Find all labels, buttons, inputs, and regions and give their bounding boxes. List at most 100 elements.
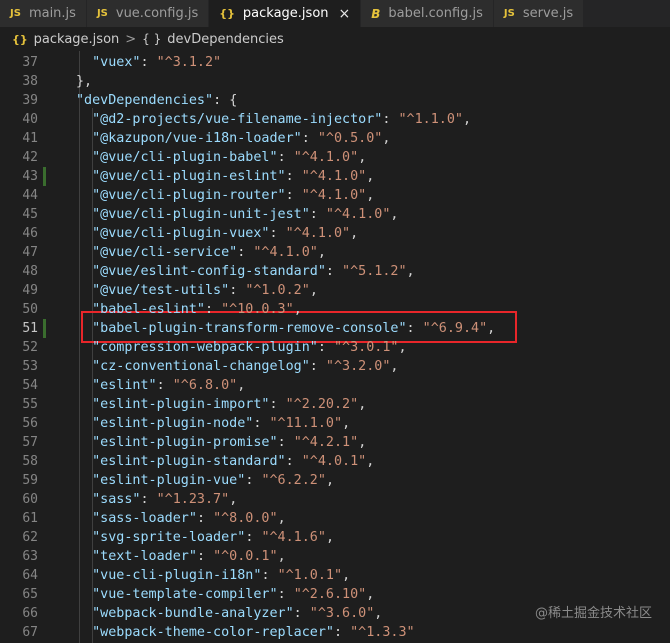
code-line[interactable]: 46 "@vue/cli-plugin-vuex": "^4.1.0", — [0, 224, 670, 243]
code-text: "devDependencies": { — [76, 91, 237, 110]
json-value: "^4.1.0" — [325, 207, 391, 222]
babel-file-icon: B — [371, 6, 381, 21]
code-line[interactable]: 55 "eslint-plugin-import": "^2.20.2", — [0, 395, 670, 414]
code-line[interactable]: 49 "@vue/test-utils": "^1.0.2", — [0, 281, 670, 300]
code-text: "webpack-bundle-analyzer": "^3.6.0", — [92, 604, 382, 623]
json-key: "vue-cli-plugin-i18n" — [92, 568, 262, 583]
json-punctuation: : — [140, 55, 157, 70]
json-punctuation: , — [277, 511, 286, 526]
code-line[interactable]: 42 "@vue/cli-plugin-babel": "^4.1.0", — [0, 148, 670, 167]
code-line[interactable]: 59 "eslint-plugin-vue": "^6.2.2", — [0, 471, 670, 490]
json-punctuation: : — [325, 264, 343, 279]
code-line[interactable]: 64 "vue-cli-plugin-i18n": "^1.0.1", — [0, 566, 670, 585]
code-text: "compression-webpack-plugin": "^3.0.1", — [92, 338, 406, 357]
code-line[interactable]: 38}, — [0, 72, 670, 91]
json-key: "eslint-plugin-promise" — [92, 435, 278, 450]
json-punctuation: , — [358, 435, 367, 450]
json-punctuation: : — [245, 473, 262, 488]
code-line[interactable]: 47 "@vue/cli-service": "^4.1.0", — [0, 243, 670, 262]
js-file-icon: JS — [503, 8, 515, 19]
code-text: "svg-sprite-loader": "^4.1.6", — [92, 528, 334, 547]
code-text: "@vue/cli-plugin-router": "^4.1.0", — [92, 186, 374, 205]
json-key: "@vue/cli-plugin-router" — [92, 188, 286, 203]
code-line[interactable]: 63 "text-loader": "^0.0.1", — [0, 547, 670, 566]
breadcrumb-symbol[interactable]: devDependencies — [167, 32, 283, 47]
code-line[interactable]: 44 "@vue/cli-plugin-router": "^4.1.0", — [0, 186, 670, 205]
code-line[interactable]: 41 "@kazupon/vue-i18n-loader": "^0.5.0", — [0, 129, 670, 148]
code-text: "babel-eslint": "^10.0.3", — [92, 300, 302, 319]
json-key: "svg-sprite-loader" — [92, 530, 246, 545]
json-punctuation: : — [285, 454, 302, 469]
json-punctuation: : — [261, 568, 278, 583]
tab-vue-config-js[interactable]: JS vue.config.js — [86, 0, 210, 27]
line-number: 66 — [22, 606, 38, 621]
code-line[interactable]: 51 "babel-plugin-transform-remove-console… — [0, 319, 670, 338]
code-line[interactable]: 52 "compression-webpack-plugin": "^3.0.1"… — [0, 338, 670, 357]
code-text: "text-loader": "^0.0.1", — [92, 547, 286, 566]
json-value: "^1.0.2" — [245, 283, 310, 298]
tab-babel-config-js[interactable]: B babel.config.js — [361, 0, 494, 27]
js-file-icon: JS — [96, 8, 108, 19]
code-text: "@vue/cli-plugin-babel": "^4.1.0", — [92, 148, 366, 167]
json-key: "webpack-bundle-analyzer" — [92, 606, 294, 621]
json-punctuation: : — [269, 397, 286, 412]
code-text: "webpack-theme-color-replacer": "^1.3.3" — [92, 623, 414, 642]
json-punctuation: , — [229, 492, 238, 507]
tab-package-json[interactable]: {} package.json × — [209, 0, 362, 27]
json-punctuation: : — [196, 511, 214, 526]
line-number: 44 — [22, 188, 38, 203]
tab-serve-js[interactable]: JS serve.js — [493, 0, 585, 27]
json-key: "@vue/cli-plugin-unit-jest" — [92, 207, 310, 222]
code-text: "sass": "^1.23.7", — [92, 490, 237, 509]
json-punctuation: , — [309, 283, 318, 298]
line-number: 63 — [22, 549, 38, 564]
code-text: "@vue/cli-plugin-unit-jest": "^4.1.0", — [92, 205, 398, 224]
code-line[interactable]: 43 "@vue/cli-plugin-eslint": "^4.1.0", — [0, 167, 670, 186]
json-punctuation: : — [285, 188, 302, 203]
code-line[interactable]: 40 "@d2-projects/vue-filename-injector": … — [0, 110, 670, 129]
json-key: "sass-loader" — [92, 511, 197, 526]
breadcrumb-file[interactable]: package.json — [34, 32, 120, 47]
code-text: "eslint-plugin-vue": "^6.2.2", — [92, 471, 334, 490]
tab-main-js[interactable]: JS main.js — [0, 0, 87, 27]
code-line[interactable]: 48 "@vue/eslint-config-standard": "^5.1.2… — [0, 262, 670, 281]
code-line[interactable]: 50 "babel-eslint": "^10.0.3", — [0, 300, 670, 319]
json-punctuation: : — [301, 131, 318, 146]
json-punctuation: : — [140, 492, 157, 507]
close-icon[interactable]: × — [339, 6, 351, 22]
line-number: 49 — [22, 283, 38, 298]
code-line[interactable]: 56 "eslint-plugin-node": "^11.1.0", — [0, 414, 670, 433]
code-line[interactable]: 54 "eslint": "^6.8.0", — [0, 376, 670, 395]
code-line[interactable]: 39 "devDependencies": { — [0, 91, 670, 110]
code-line[interactable]: 53 "cz-conventional-changelog": "^3.2.0", — [0, 357, 670, 376]
line-number: 56 — [22, 416, 38, 431]
json-value: "^5.1.2" — [342, 264, 407, 279]
tab-label: package.json — [242, 6, 329, 21]
code-editor[interactable]: 37 "vuex": "^3.1.2" 38}, 39 "devDependencies… — [0, 51, 670, 643]
code-line[interactable]: 61 "sass-loader": "^8.0.0", — [0, 509, 670, 528]
json-punctuation: : — [269, 226, 286, 241]
code-line[interactable]: 37 "vuex": "^3.1.2" — [0, 53, 670, 72]
json-punctuation: : — [309, 359, 326, 374]
json-punctuation: , — [358, 150, 367, 165]
json-punctuation: , — [382, 131, 391, 146]
json-key: "vuex" — [92, 55, 141, 70]
code-line[interactable]: 67 "webpack-theme-color-replacer": "^1.3.… — [0, 623, 670, 642]
code-line[interactable]: 57 "eslint-plugin-promise": "^4.2.1", — [0, 433, 670, 452]
line-number: 67 — [22, 625, 38, 640]
line-number: 43 — [22, 169, 38, 184]
code-line[interactable]: 45 "@vue/cli-plugin-unit-jest": "^4.1.0", — [0, 205, 670, 224]
json-value: "^4.1.0" — [285, 226, 351, 241]
json-key: "eslint-plugin-import" — [92, 397, 270, 412]
code-line[interactable]: 58 "eslint-plugin-standard": "^4.0.1", — [0, 452, 670, 471]
json-value: "^4.1.0" — [253, 245, 318, 260]
json-punctuation: : — [229, 283, 246, 298]
json-value: "^2.6.10" — [293, 587, 367, 602]
json-value: "^6.8.0" — [172, 378, 238, 393]
json-value: "^3.2.0" — [325, 359, 391, 374]
code-line[interactable]: 60 "sass": "^1.23.7", — [0, 490, 670, 509]
line-number: 47 — [22, 245, 38, 260]
code-line[interactable]: 62 "svg-sprite-loader": "^4.1.6", — [0, 528, 670, 547]
breadcrumb: {} package.json > { } devDependencies — [0, 27, 670, 51]
watermark: @稀土掘金技术社区 — [534, 606, 652, 621]
